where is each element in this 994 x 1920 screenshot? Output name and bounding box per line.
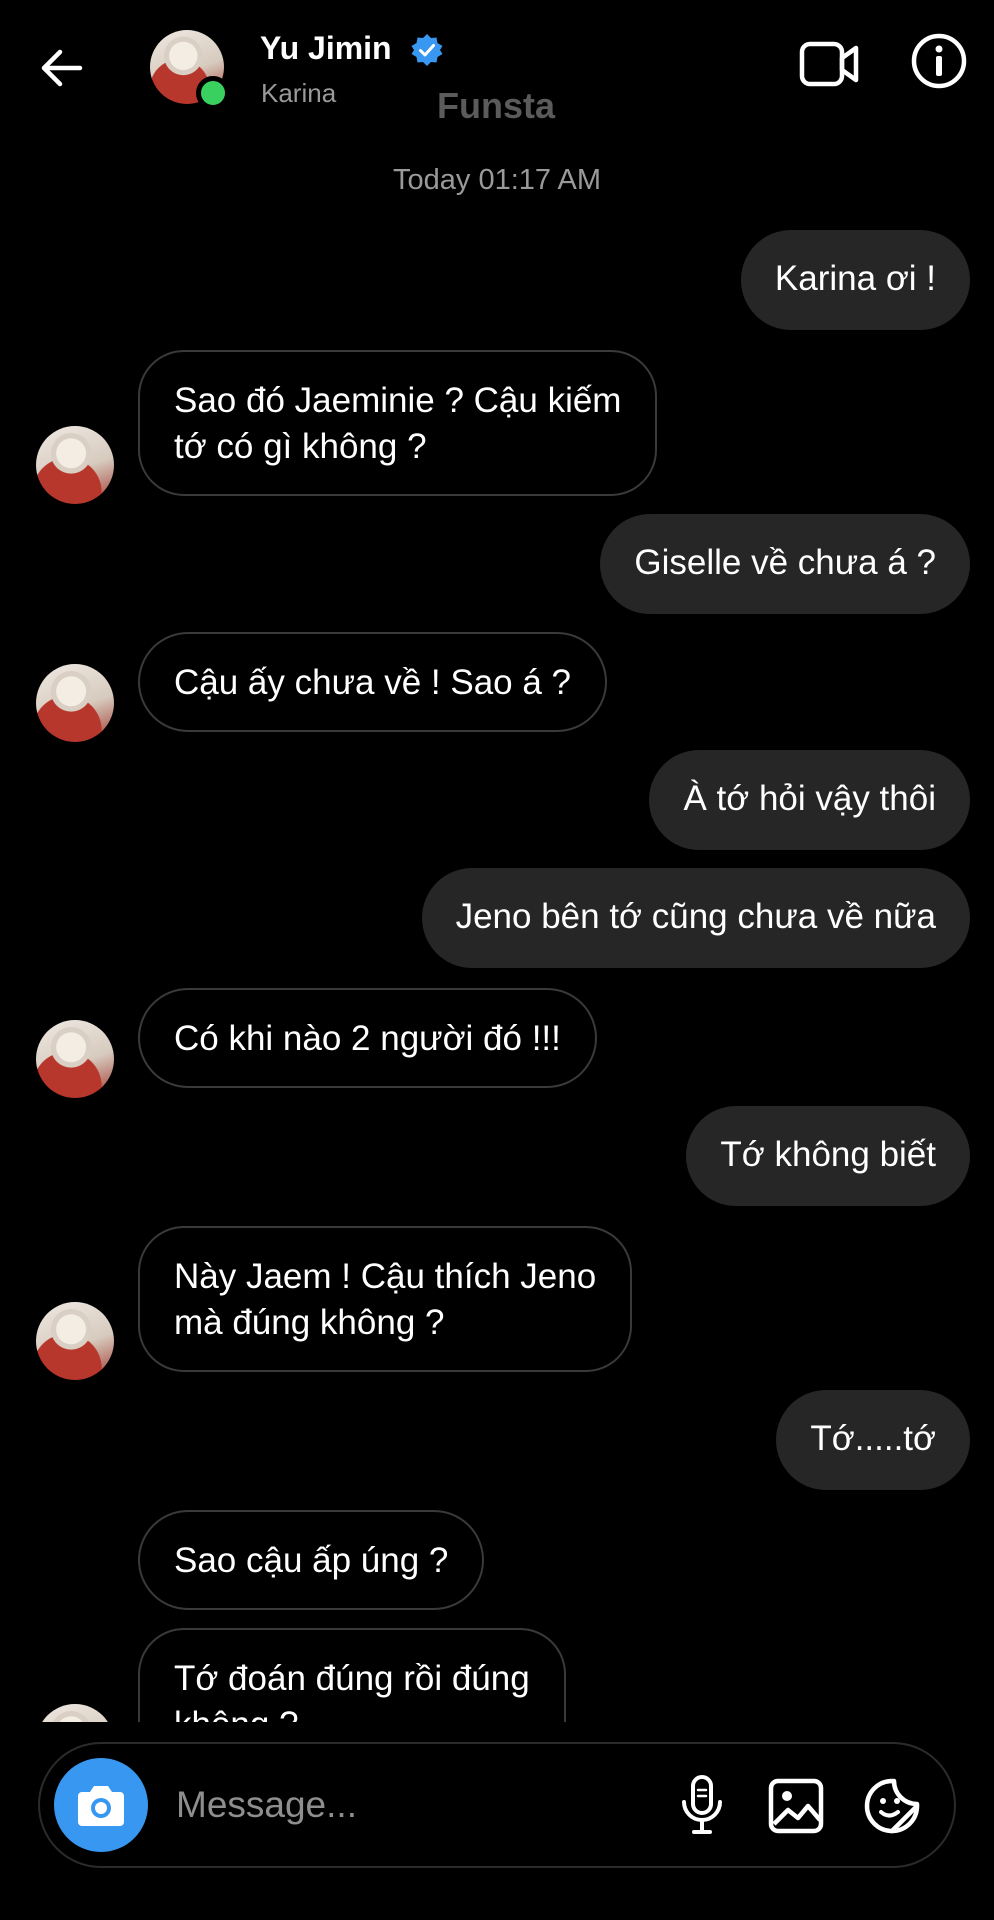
incoming-message[interactable]: Này Jaem ! Cậu thích Jeno mà đúng không … bbox=[138, 1226, 633, 1372]
verified-badge-icon bbox=[410, 33, 444, 67]
chat-header: Yu Jimin Karina Funsta bbox=[0, 0, 994, 150]
gallery-button[interactable] bbox=[766, 1776, 826, 1836]
thread-timestamp: Today 01:17 AM bbox=[393, 164, 601, 196]
incoming-message[interactable]: Có khi nào 2 người đó !!! bbox=[138, 988, 597, 1088]
overlay-watermark-text: Funsta bbox=[437, 85, 556, 126]
sender-avatar[interactable] bbox=[36, 1704, 114, 1722]
online-status-indicator bbox=[196, 76, 230, 110]
camera-button[interactable] bbox=[54, 1758, 148, 1852]
back-arrow-icon bbox=[41, 49, 83, 87]
video-call-icon bbox=[799, 41, 859, 87]
incoming-message[interactable]: Sao cậu ấp úng ? bbox=[138, 1510, 485, 1610]
sender-avatar[interactable] bbox=[36, 664, 114, 742]
message-input[interactable] bbox=[174, 1774, 678, 1836]
camera-icon bbox=[78, 1786, 124, 1826]
outgoing-message[interactable]: Tớ.....tớ bbox=[776, 1390, 970, 1490]
outgoing-message[interactable]: Jeno bên tớ cũng chưa về nữa bbox=[421, 868, 970, 968]
contact-subtitle: Karina bbox=[261, 78, 337, 108]
incoming-message[interactable]: Cậu ấy chưa về ! Sao á ? bbox=[138, 632, 607, 732]
sticker-button[interactable] bbox=[862, 1776, 922, 1836]
sender-avatar[interactable] bbox=[36, 1302, 114, 1380]
contact-name[interactable]: Yu Jimin bbox=[260, 28, 392, 68]
microphone-icon bbox=[682, 1775, 722, 1834]
outgoing-message[interactable]: À tớ hỏi vậy thôi bbox=[649, 750, 970, 850]
back-button[interactable] bbox=[34, 40, 90, 96]
voice-message-button[interactable] bbox=[674, 1774, 730, 1836]
sender-avatar[interactable] bbox=[36, 1020, 114, 1098]
outgoing-message[interactable]: Karina ơi ! bbox=[740, 230, 970, 330]
sender-avatar[interactable] bbox=[36, 426, 114, 504]
message-composer bbox=[38, 1742, 956, 1868]
info-button[interactable] bbox=[910, 32, 968, 90]
info-icon bbox=[911, 33, 967, 89]
gallery-icon bbox=[768, 1778, 824, 1834]
message-thread[interactable]: Today 01:17 AM Karina ơi ! Sao đó Jaemin… bbox=[0, 150, 994, 1722]
incoming-message[interactable]: Sao đó Jaeminie ? Cậu kiếm tớ có gì khôn… bbox=[138, 350, 658, 496]
incoming-message[interactable]: Tớ đoán đúng rồi đúng không ? bbox=[138, 1628, 566, 1722]
outgoing-message[interactable]: Tớ không biết bbox=[686, 1106, 970, 1206]
video-call-button[interactable] bbox=[798, 36, 862, 92]
sticker-icon bbox=[864, 1778, 920, 1834]
outgoing-message[interactable]: Giselle về chưa á ? bbox=[600, 514, 970, 614]
